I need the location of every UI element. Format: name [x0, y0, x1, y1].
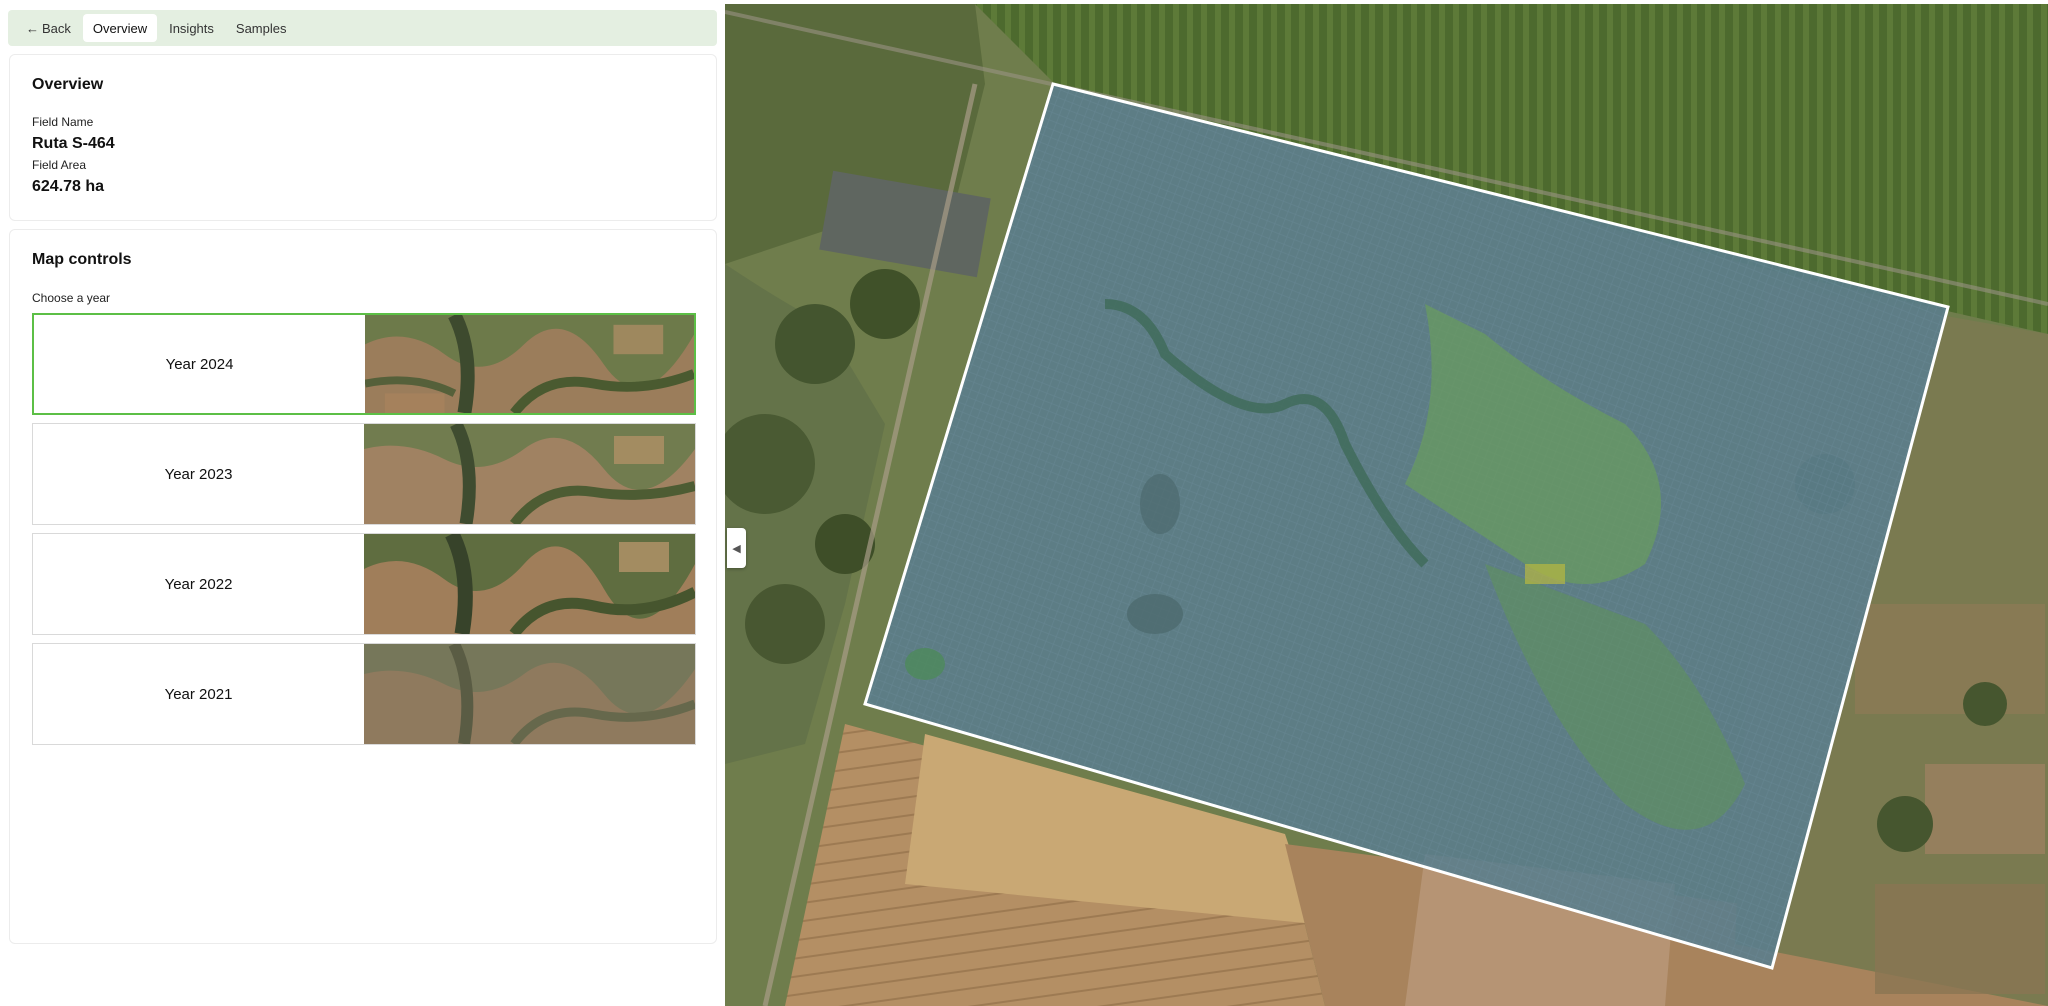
satellite-map[interactable]	[725, 4, 2048, 1006]
tab-samples[interactable]: Samples	[226, 14, 297, 42]
year-thumbnail	[365, 315, 694, 413]
overview-title: Overview	[32, 76, 104, 93]
year-thumbnail	[364, 644, 695, 744]
year-option-2024[interactable]: Year 2024	[32, 313, 696, 415]
left-panel: ← Back Overview Insights Samples Overvie…	[0, 0, 725, 1006]
year-label: Year 2022	[164, 575, 233, 593]
year-list: Year 2024 Year 2023 Year 2022 Year 2021	[32, 313, 696, 753]
year-thumbnail	[364, 424, 695, 524]
collapse-panel-button[interactable]: ◀	[727, 528, 746, 568]
choose-year-label: Choose a year	[32, 291, 111, 305]
year-thumbnail	[364, 534, 695, 634]
tab-insights-label: Insights	[169, 20, 214, 36]
overview-card: Overview Field Name Ruta S-464 Field Are…	[9, 54, 717, 221]
chevron-left-icon: ◀	[732, 542, 741, 555]
tab-overview-label: Overview	[92, 20, 148, 36]
year-option-2022[interactable]: Year 2022	[32, 533, 696, 635]
tab-samples-label: Samples	[235, 20, 287, 36]
arrow-left-icon: ←	[26, 20, 39, 36]
field-name-value: Ruta S-464	[32, 135, 115, 152]
field-name-label: Field Name	[32, 115, 94, 129]
year-option-2021[interactable]: Year 2021	[32, 643, 696, 745]
year-option-2023[interactable]: Year 2023	[32, 423, 696, 525]
field-area-label: Field Area	[32, 158, 87, 172]
map-controls-card: Map controls Choose a year Year 2024 Yea…	[9, 229, 717, 944]
year-label: Year 2021	[164, 685, 233, 703]
app-root: ← Back Overview Insights Samples Overvie…	[0, 0, 2048, 1006]
top-nav: ← Back Overview Insights Samples	[8, 10, 717, 46]
tab-insights[interactable]: Insights	[159, 14, 224, 42]
back-button[interactable]: ← Back	[16, 14, 81, 42]
map-canvas	[725, 4, 2048, 1006]
map-controls-title: Map controls	[32, 251, 132, 268]
back-label: Back	[42, 20, 71, 36]
field-area-value: 624.78 ha	[32, 178, 105, 195]
tab-overview[interactable]: Overview	[82, 14, 158, 42]
year-label: Year 2024	[165, 355, 234, 373]
year-label: Year 2023	[164, 465, 233, 483]
